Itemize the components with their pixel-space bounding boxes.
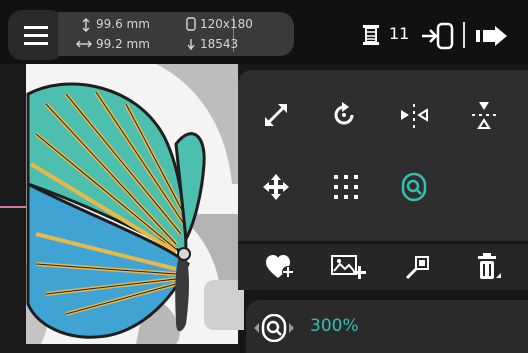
- move-cross-icon: [263, 174, 289, 200]
- header-divider: [463, 22, 465, 48]
- zoom-tool-button[interactable]: [394, 167, 434, 207]
- mirror-vertical-button[interactable]: [464, 95, 504, 135]
- favorite-add-icon: [266, 255, 294, 278]
- hamburger-menu-icon: [24, 26, 48, 45]
- resize-button[interactable]: [256, 95, 296, 135]
- resize-diagonal-icon: [265, 104, 287, 126]
- hoop-size: 120x180: [200, 17, 253, 31]
- thread-count: 11: [389, 24, 410, 43]
- thread-spool-icon: [363, 25, 379, 45]
- zoom-indicator-icon: [254, 313, 294, 343]
- pin-button[interactable]: [398, 247, 438, 287]
- rotate-icon: [334, 102, 354, 125]
- add-favorite-button[interactable]: [260, 247, 300, 287]
- send-to-machine-icon[interactable]: [420, 22, 456, 50]
- menu-button[interactable]: [8, 10, 64, 60]
- design-info-pill: 99.6 mm 99.2 mm 120x180 18543: [58, 12, 294, 56]
- hoop-icon: [186, 17, 196, 31]
- mirror-horizontal-icon: [401, 104, 428, 128]
- design-actions-row: [238, 244, 528, 290]
- grid-button[interactable]: [326, 167, 366, 207]
- grid-dots-icon: [334, 175, 358, 199]
- design-width: 99.2 mm: [96, 37, 150, 51]
- forward-arrow-icon[interactable]: [474, 26, 510, 46]
- top-bar: 99.6 mm 99.2 mm 120x180 18543 11: [0, 0, 528, 64]
- zoom-level: 300%: [310, 316, 359, 336]
- rotate-button[interactable]: [324, 95, 364, 135]
- design-height: 99.6 mm: [96, 17, 150, 31]
- zoom-indicator-button[interactable]: [252, 313, 296, 343]
- trash-icon: [478, 253, 501, 279]
- move-button[interactable]: [256, 167, 296, 207]
- zoom-magnifier-icon: [401, 172, 427, 202]
- zoom-bar: 300%: [246, 300, 528, 353]
- height-arrow-icon: [82, 18, 90, 32]
- stitch-count: 18543: [200, 37, 239, 51]
- add-image-button[interactable]: [328, 247, 368, 287]
- mirror-horizontal-button[interactable]: [394, 95, 434, 135]
- image-add-icon: [331, 255, 366, 279]
- stitch-count-icon: [187, 39, 195, 50]
- mirror-vertical-icon: [472, 102, 496, 129]
- width-arrow-icon: [76, 40, 92, 48]
- delete-button[interactable]: [468, 247, 508, 287]
- pin-icon: [405, 256, 429, 280]
- edit-tools-panel: [238, 70, 528, 241]
